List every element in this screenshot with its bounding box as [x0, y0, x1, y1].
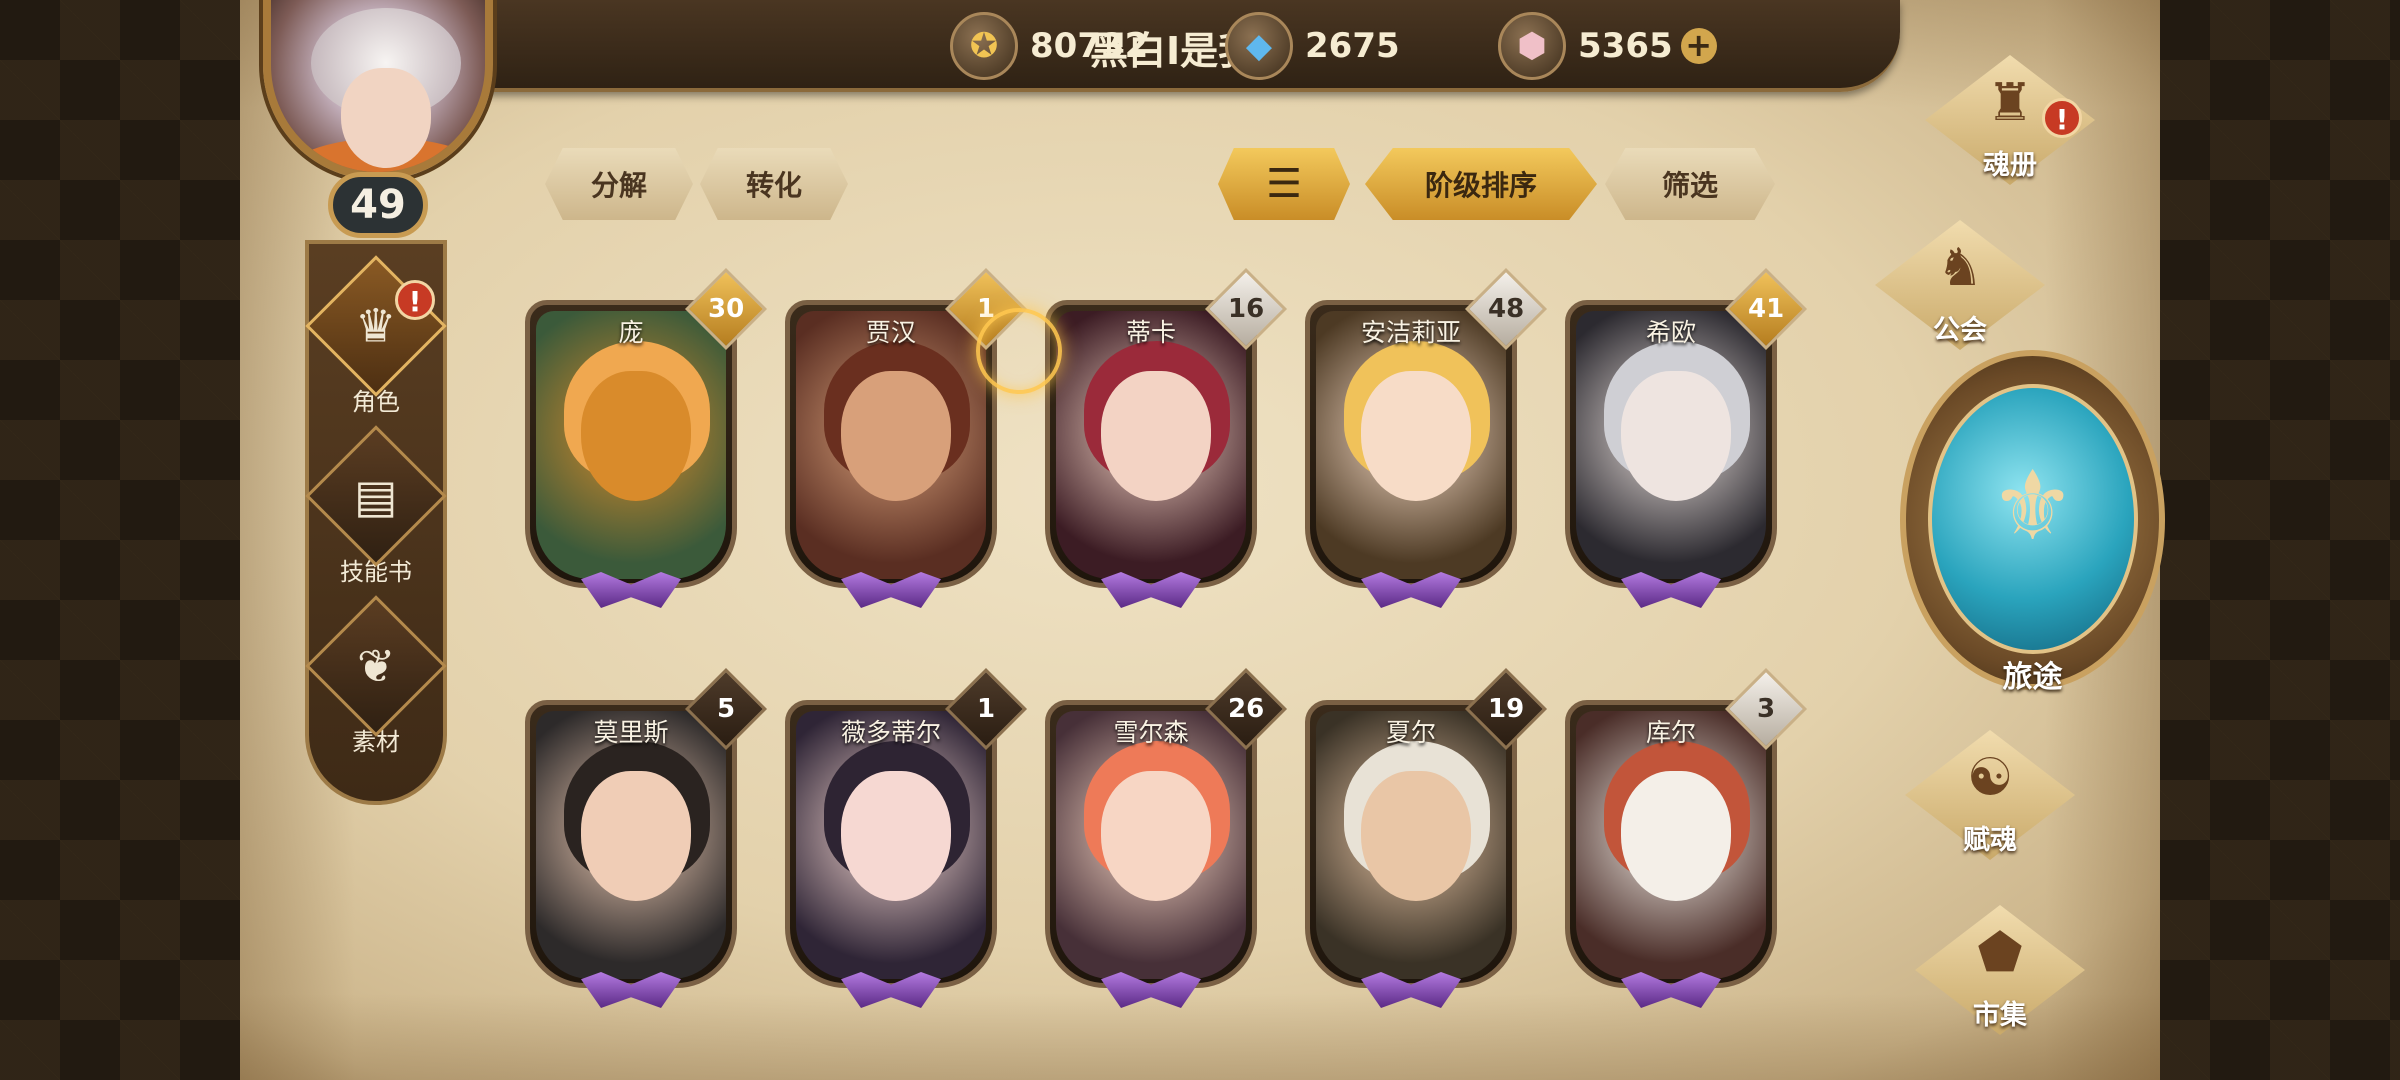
resource-crystal[interactable]: ◆ 2675	[1225, 10, 1400, 82]
hero-card[interactable]: 贾汉 1	[785, 267, 1028, 610]
endow-soul-button[interactable]: ☯ 赋魂	[1870, 720, 2110, 880]
hero-portrait	[796, 311, 986, 579]
hero-card-frame: 雪尔森	[1045, 700, 1257, 988]
skill-book-icon: ▤	[354, 469, 398, 523]
endow-soul-label: 赋魂	[1963, 825, 2017, 856]
hero-card[interactable]: 希欧 41	[1565, 267, 1808, 610]
soul-book-icon: ♜	[1986, 73, 2034, 133]
hero-count: 48	[1487, 294, 1525, 324]
hero-count: 19	[1487, 694, 1525, 724]
left-border-decoration	[0, 0, 245, 1080]
convert-button[interactable]: 转化	[700, 148, 848, 220]
hero-card-frame: 庞	[525, 300, 737, 588]
soul-book-label: 魂册	[1983, 150, 2037, 181]
hero-card-frame: 库尔	[1565, 700, 1777, 988]
hero-portrait	[536, 711, 726, 979]
filter-button[interactable]: 筛选	[1605, 148, 1775, 220]
flame-icon: ☯	[1966, 748, 2014, 808]
soul-book-button[interactable]: ♜ 魂册	[1890, 45, 2130, 205]
guild-label: 公会	[1933, 315, 1987, 346]
pink-gem-icon: ⬢	[1498, 12, 1566, 80]
hero-card[interactable]: 安洁莉亚 48	[1305, 267, 1548, 610]
market-label: 市集	[1973, 1000, 2027, 1031]
top-resource-bar: 黑白I是我 ✪ 80732 ◆ 2675 ⬢ 5365 +	[450, 0, 1900, 92]
menu-item-skill-book[interactable]: ▤ 技能书	[305, 425, 447, 588]
blue-crystal-icon: ◆	[1225, 12, 1293, 80]
avatar[interactable]	[263, 0, 493, 180]
hero-portrait	[1316, 711, 1506, 979]
hero-card-frame: 薇多蒂尔	[785, 700, 997, 988]
hero-portrait	[796, 711, 986, 979]
hero-count: 5	[716, 694, 736, 724]
right-border-decoration	[2150, 0, 2400, 1080]
hero-card[interactable]: 庞 30	[525, 267, 768, 610]
hero-portrait	[1576, 711, 1766, 979]
hero-portrait	[1316, 311, 1506, 579]
hero-card[interactable]: 蒂卡 16	[1045, 267, 1288, 610]
journey-label: 旅途	[2002, 660, 2063, 695]
sort-direction-button[interactable]: ☰	[1218, 148, 1350, 220]
hero-count: 26	[1227, 694, 1265, 724]
hero-card-frame: 蒂卡	[1045, 300, 1257, 588]
hero-card-frame: 安洁莉亚	[1305, 300, 1517, 588]
crystal-value: 2675	[1305, 26, 1400, 66]
character-icon: ♛	[355, 299, 397, 353]
hero-card-frame: 贾汉	[785, 300, 997, 588]
sort-by-rank-button[interactable]: 阶级排序	[1365, 148, 1597, 220]
hero-portrait	[536, 311, 726, 579]
hero-portrait	[1056, 311, 1246, 579]
gold-coin-icon: ✪	[950, 12, 1018, 80]
character-alert-badge: !	[395, 280, 435, 320]
journey-button[interactable]: ⚜ 旅途	[1900, 350, 2165, 710]
hero-card[interactable]: 库尔 3	[1565, 667, 1808, 1010]
guild-button[interactable]: ♞ 公会	[1840, 210, 2080, 370]
hero-portrait	[1576, 311, 1766, 579]
player-avatar-frame[interactable]: 49	[245, 0, 515, 240]
hero-card[interactable]: 莫里斯 5	[525, 667, 768, 1010]
decompose-button[interactable]: 分解	[545, 148, 693, 220]
tap-indicator	[976, 308, 1062, 394]
hero-card[interactable]: 薇多蒂尔 1	[785, 667, 1028, 1010]
gold-value: 80732	[1030, 26, 1149, 66]
hero-count: 30	[707, 294, 745, 324]
market-crystal-icon: ⬟	[1977, 923, 2023, 983]
market-button[interactable]: ⬟ 市集	[1880, 895, 2120, 1055]
gem-value: 5365	[1578, 26, 1673, 66]
guild-dragon-icon: ♞	[1936, 238, 1984, 298]
journey-emblem-icon: ⚜	[1989, 450, 2076, 562]
hero-card-frame: 夏尔	[1305, 700, 1517, 988]
soul-book-alert-badge: !	[2042, 98, 2082, 138]
hero-count: 41	[1747, 294, 1785, 324]
hero-card-frame: 希欧	[1565, 300, 1777, 588]
resource-gold[interactable]: ✪ 80732	[950, 10, 1148, 82]
add-gem-button[interactable]: +	[1680, 28, 1717, 64]
resource-gem[interactable]: ⬢ 5365 +	[1498, 10, 1717, 82]
hero-card-frame: 莫里斯	[525, 700, 737, 988]
sort-list-icon: ☰	[1266, 161, 1302, 207]
player-level-badge: 49	[328, 172, 428, 238]
hero-count: 1	[976, 694, 996, 724]
hero-count: 16	[1227, 294, 1265, 324]
hero-count: 3	[1756, 694, 1776, 724]
material-icon: ❦	[356, 638, 396, 693]
hero-portrait	[1056, 711, 1246, 979]
hero-card[interactable]: 雪尔森 26	[1045, 667, 1288, 1010]
hero-card[interactable]: 夏尔 19	[1305, 667, 1548, 1010]
menu-item-material[interactable]: ❦ 素材	[305, 595, 447, 758]
